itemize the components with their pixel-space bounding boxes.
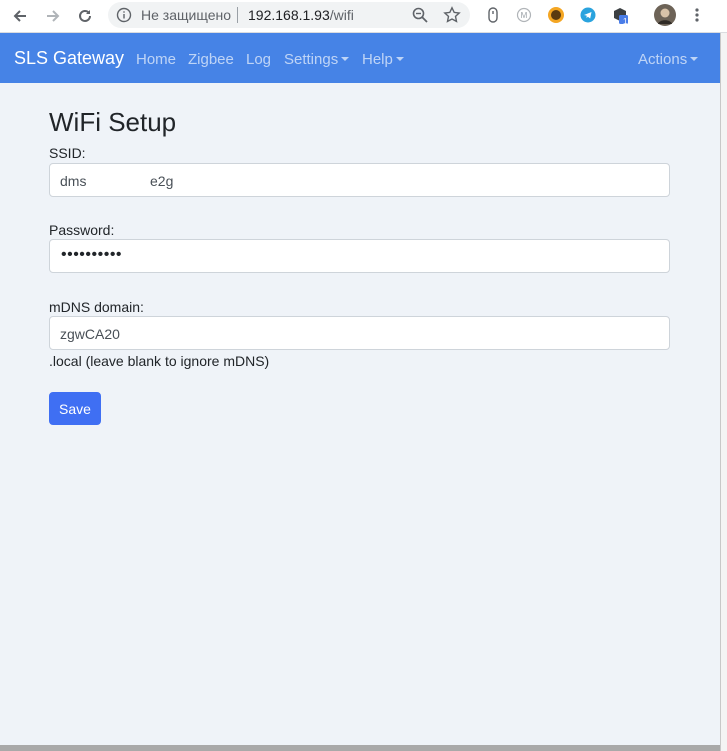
nav-settings-label: Settings <box>284 51 339 68</box>
bookmark-star-icon[interactable] <box>443 6 461 24</box>
caret-down-icon <box>395 57 404 61</box>
caret-down-icon <box>690 57 699 61</box>
browser-toolbar: Не защищено 192.168.1.93/wifi M 1 <box>0 0 727 33</box>
ssid-value-start: dms <box>60 173 87 189</box>
svg-text:M: M <box>521 11 528 20</box>
nav-log[interactable]: Log <box>246 51 271 68</box>
url-text[interactable]: 192.168.1.93/wifi <box>248 7 354 23</box>
window-right-edge <box>720 33 727 751</box>
nav-help-label: Help <box>362 51 393 68</box>
nav-home[interactable]: Home <box>136 51 176 68</box>
address-bar[interactable]: Не защищено 192.168.1.93/wifi <box>108 2 470 28</box>
nav-actions-label: Actions <box>638 51 688 68</box>
password-input[interactable]: •••••••••• <box>49 239 670 273</box>
m-extension-icon[interactable]: M <box>515 6 533 24</box>
nav-actions-dropdown[interactable]: Actions <box>638 51 699 68</box>
page-title: WiFi Setup <box>49 107 177 137</box>
url-host: 192.168.1.93 <box>248 7 330 23</box>
arrow-right-icon <box>47 10 60 22</box>
window-bottom-edge <box>0 745 720 751</box>
back-button[interactable] <box>8 4 32 28</box>
nav-help-dropdown[interactable]: Help <box>362 51 404 68</box>
profile-avatar[interactable] <box>654 4 676 26</box>
info-icon[interactable] <box>116 7 132 23</box>
ssid-label: SSID: <box>49 145 86 161</box>
security-status[interactable]: Не защищено <box>141 7 231 23</box>
zoom-icon[interactable] <box>411 6 429 24</box>
telegram-icon[interactable] <box>579 6 597 24</box>
navbar: SLS Gateway Home Zigbee Log Settings Hel… <box>0 33 720 83</box>
save-button[interactable]: Save <box>49 392 101 425</box>
reload-icon <box>79 9 91 22</box>
mdns-value: zgwCA20 <box>60 326 120 342</box>
more-menu-icon[interactable] <box>688 6 706 24</box>
extension-badge: 1 <box>623 17 628 26</box>
arrow-left-icon <box>13 10 26 22</box>
forward-button[interactable] <box>41 4 65 28</box>
nav-zigbee[interactable]: Zigbee <box>188 51 234 68</box>
main-content: WiFi Setup SSID: dms e2g Password: •••••… <box>0 83 720 745</box>
address-separator <box>237 7 238 23</box>
password-mask: •••••••••• <box>61 246 123 263</box>
ssid-value-end: e2g <box>150 173 174 189</box>
reload-button[interactable] <box>73 4 97 28</box>
nav-settings-dropdown[interactable]: Settings <box>284 51 350 68</box>
caret-down-icon <box>341 57 350 61</box>
password-label: Password: <box>49 222 115 238</box>
mouse-extension-icon[interactable] <box>484 6 502 24</box>
text-extension-icon[interactable] <box>547 6 565 24</box>
mdns-help-text: .local (leave blank to ignore mDNS) <box>49 353 270 369</box>
mdns-input[interactable]: zgwCA20 <box>49 316 670 350</box>
ssid-input[interactable]: dms e2g <box>49 163 670 197</box>
brand-logo[interactable]: SLS Gateway <box>14 48 124 69</box>
url-path: /wifi <box>329 7 354 23</box>
mdns-label: mDNS domain: <box>49 299 144 315</box>
